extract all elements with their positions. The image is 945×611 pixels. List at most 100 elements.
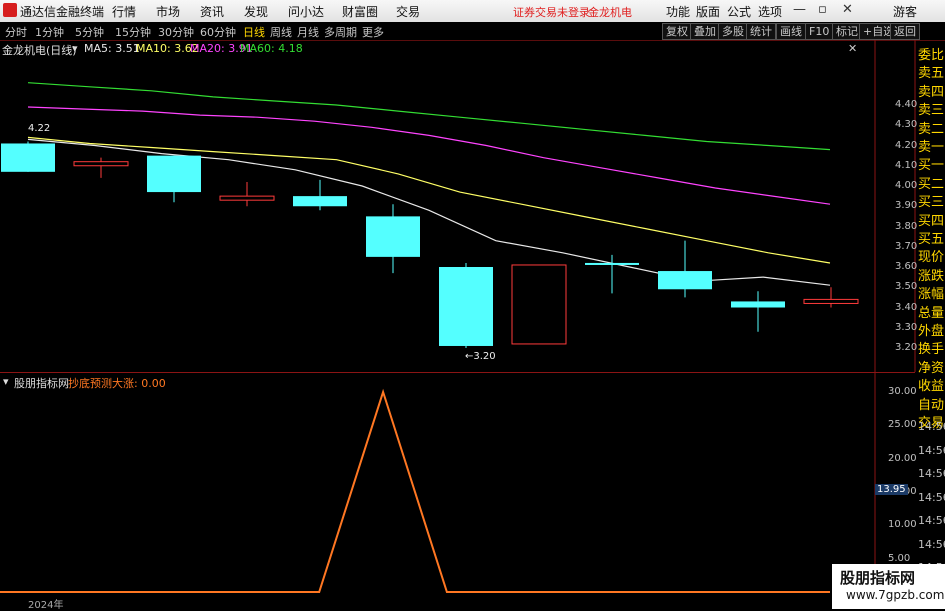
menu-ask[interactable]: 问小达	[288, 3, 324, 20]
ma60-line	[27, 82, 831, 151]
close-icon[interactable]: ✕	[842, 2, 853, 17]
guest-button[interactable]: 游客	[893, 3, 917, 20]
side-time: 14:56	[918, 420, 945, 433]
candle[interactable]	[366, 204, 420, 274]
side-label: 买一	[918, 158, 945, 174]
main-axis-tick: 3.80	[895, 220, 918, 232]
side-label: 总量	[918, 305, 945, 321]
sub-axis-tick: 5.00	[888, 552, 911, 564]
login-status[interactable]: 证券交易未登录	[513, 4, 590, 20]
side-time: 14:56	[918, 537, 945, 551]
candle[interactable]	[219, 181, 275, 207]
candle[interactable]	[1, 141, 55, 172]
title-bar: 通达信金融终端 行情 市场 资讯 发现 问小达 财富圈 交易 证券交易未登录 金…	[0, 0, 945, 23]
main-axis-tick: 4.40	[895, 99, 918, 110]
side-time: 14:56	[918, 443, 945, 457]
kline-chart[interactable]	[0, 40, 945, 372]
period-more[interactable]: 更多	[362, 24, 384, 40]
period-daily[interactable]: 日线	[243, 24, 265, 40]
indicator-value: 抄底预测大涨: 0.00	[68, 377, 166, 390]
overlay-button[interactable]: 叠加	[690, 23, 720, 40]
sub-axis-tick: 25.00	[888, 419, 917, 431]
candle[interactable]	[511, 264, 567, 345]
candle[interactable]	[439, 262, 493, 348]
candle-body	[439, 267, 493, 346]
expand-icon[interactable]: ▾	[72, 42, 78, 55]
main-axis-tick: 3.70	[895, 240, 918, 252]
side-label: 卖二	[918, 121, 945, 137]
side-time: 14:56	[918, 467, 945, 480]
watermark-title: 股朋指标网	[840, 569, 916, 587]
period-30min[interactable]: 30分钟	[158, 24, 194, 40]
multi-stock-button[interactable]: 多股	[718, 23, 748, 40]
side-label: 买五	[918, 232, 945, 247]
side-label: 买三	[918, 195, 945, 211]
candle[interactable]	[73, 157, 129, 178]
candle-body	[1, 143, 55, 172]
menu-wealth[interactable]: 财富圈	[342, 3, 378, 20]
indicator-line	[0, 388, 830, 593]
side-label: 卖一	[918, 140, 945, 155]
high-label: 4.22	[28, 123, 51, 134]
side-label: 卖四	[918, 84, 945, 100]
side-label: 换手	[918, 342, 945, 358]
app-logo-icon	[3, 3, 17, 17]
side-label: 涨跌	[918, 268, 945, 284]
adjust-button[interactable]: 复权	[662, 23, 692, 40]
candle[interactable]	[147, 155, 201, 203]
main-axis-tick: 4.10	[895, 159, 918, 171]
side-label: 现价	[918, 250, 945, 266]
candle-body	[511, 264, 567, 345]
candle[interactable]	[293, 179, 347, 211]
menu-news[interactable]: 资讯	[200, 3, 224, 20]
menu-trade[interactable]: 交易	[396, 3, 420, 20]
period-multi[interactable]: 多周期	[324, 24, 357, 40]
sub-axis-tick: 10.00	[888, 519, 917, 531]
close-icon[interactable]: ✕	[848, 42, 857, 55]
formula-button[interactable]: 公式	[727, 3, 751, 20]
app-title: 通达信金融终端	[20, 5, 105, 19]
candle[interactable]	[585, 254, 639, 294]
period-60min[interactable]: 60分钟	[200, 24, 236, 40]
main-axis-tick: 4.30	[895, 119, 918, 131]
options-button[interactable]: 选项	[758, 3, 782, 20]
main-axis-tick: 3.60	[895, 261, 918, 272]
restore-icon[interactable]: ▫	[818, 2, 827, 17]
candle-body	[73, 161, 129, 167]
menu-markets[interactable]: 市场	[156, 3, 180, 20]
period-weekly[interactable]: 周线	[270, 24, 292, 40]
candle[interactable]	[658, 240, 712, 298]
candle[interactable]	[803, 287, 859, 308]
low-label-value: 3.20	[473, 351, 496, 362]
side-label: 卖五	[918, 66, 945, 82]
period-intraday[interactable]: 分时	[5, 24, 27, 40]
side-time: 14:56	[918, 490, 945, 504]
function-button[interactable]: 功能	[666, 3, 690, 20]
draw-button[interactable]: 画线	[776, 23, 806, 40]
sub-expand-icon[interactable]: ▾	[3, 375, 9, 388]
f10-button[interactable]: F10	[805, 23, 834, 40]
period-15min[interactable]: 15分钟	[115, 24, 151, 40]
back-button[interactable]: 返回	[890, 23, 920, 40]
indicator-series-line	[0, 388, 830, 593]
candle-body	[219, 195, 275, 201]
stats-button[interactable]: 统计	[746, 23, 776, 40]
menu-discover[interactable]: 发现	[244, 3, 268, 20]
period-5min[interactable]: 5分钟	[75, 24, 104, 40]
layout-button[interactable]: 版面	[696, 3, 720, 20]
side-label: 买二	[918, 176, 945, 192]
watermark: 股朋指标网 www.7gpzb.com	[832, 564, 945, 609]
candle[interactable]	[731, 291, 785, 332]
period-1min[interactable]: 1分钟	[35, 24, 64, 40]
minimize-icon[interactable]: —	[793, 2, 806, 17]
indicator-chart[interactable]	[0, 373, 915, 609]
candle-body	[803, 298, 859, 304]
ma5-legend: MA5: 3.51	[84, 42, 140, 55]
side-label: 委比	[918, 48, 945, 63]
menu-market[interactable]: 行情	[112, 3, 136, 20]
side-label: 收益	[918, 379, 945, 395]
period-monthly[interactable]: 月线	[297, 24, 319, 40]
mark-button[interactable]: 标记	[832, 23, 862, 40]
stock-name-title: 金龙机电	[588, 6, 632, 19]
chart-title: 金龙机电(日线)	[2, 44, 77, 57]
